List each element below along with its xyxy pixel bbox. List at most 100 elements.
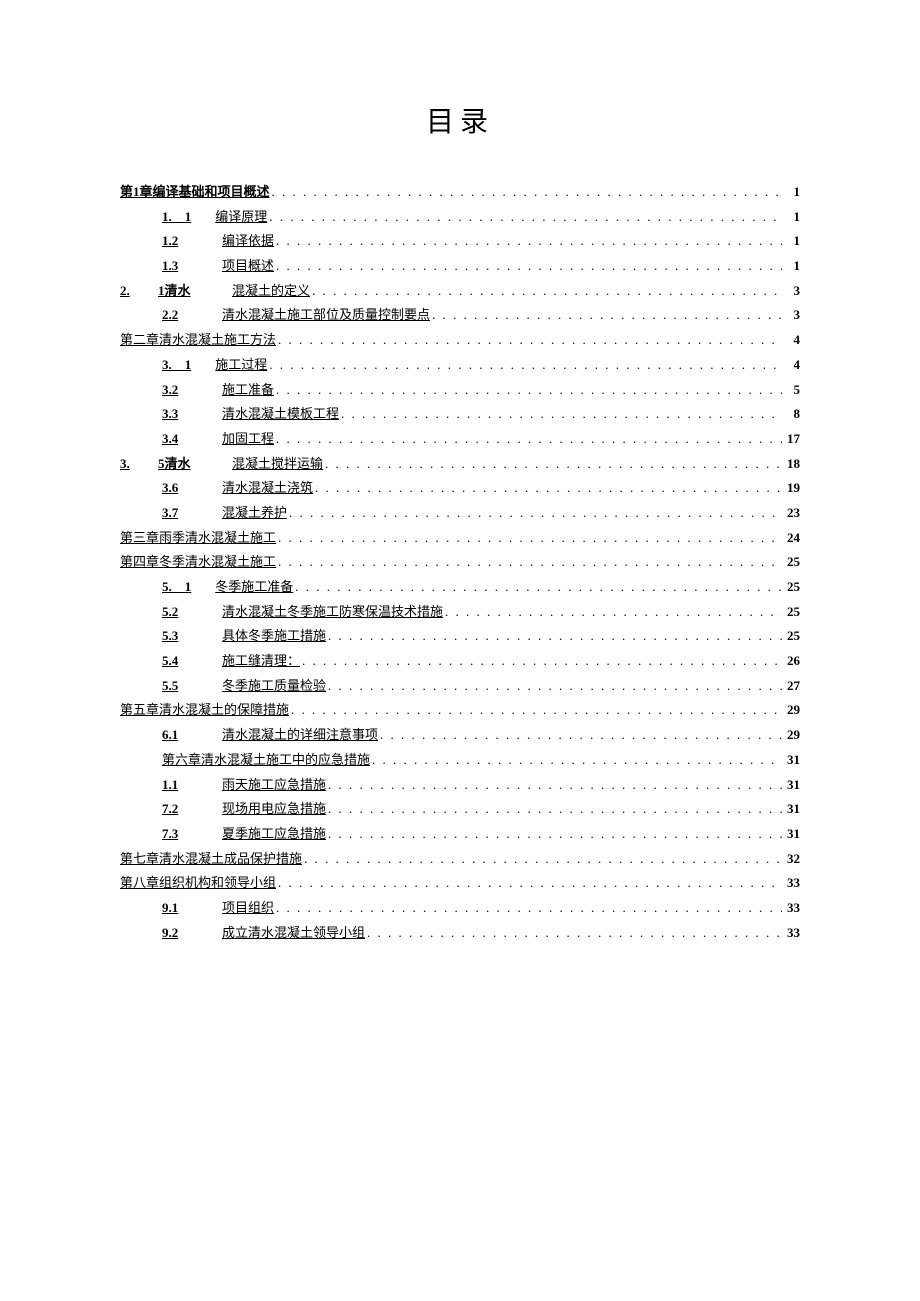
toc-entry-page: 31 bbox=[782, 822, 800, 847]
toc-entry[interactable]: 第八章组织机构和领导小组33 bbox=[120, 871, 800, 896]
toc-leader bbox=[430, 303, 782, 328]
toc-entry-label: 混凝土养护 bbox=[218, 501, 287, 526]
toc-entry-number: 1. 1 bbox=[162, 205, 191, 230]
toc-entry-page: 1 bbox=[782, 254, 800, 279]
toc-leader bbox=[274, 229, 782, 254]
toc-entry[interactable]: 2.1清水混凝土的定义3 bbox=[120, 279, 800, 304]
toc-entry[interactable]: 5.5冬季施工质量检验27 bbox=[120, 674, 800, 699]
toc-entry[interactable]: 1.3 项目概述 1 bbox=[120, 254, 800, 279]
toc-entry[interactable]: 第七章清水混凝土成品保护措施32 bbox=[120, 847, 800, 872]
toc-leader bbox=[326, 822, 782, 847]
toc-entry[interactable]: 第六章清水混凝土施工中的应急措施31 bbox=[120, 748, 800, 773]
toc-entry-page: 25 bbox=[782, 624, 800, 649]
toc-entry-number: 5清水 bbox=[158, 452, 208, 477]
toc-entry[interactable]: 1.2编译依据1 bbox=[120, 229, 800, 254]
toc-entry[interactable]: 3. 1施工过程4 bbox=[120, 353, 800, 378]
toc-leader bbox=[267, 353, 782, 378]
toc-entry-page: 31 bbox=[782, 797, 800, 822]
toc-entry-label: 清水混凝土施工部位及质量控制要点 bbox=[218, 303, 430, 328]
toc-entry-prefix: 2. bbox=[120, 279, 158, 304]
toc-entry-label: 第六章清水混凝土施工中的应急措施 bbox=[162, 748, 370, 773]
toc-entry[interactable]: 第1章编译基础和项目概述1 bbox=[120, 180, 800, 205]
toc-entry-label: 项目概述 bbox=[218, 254, 274, 279]
toc-entry-page: 24 bbox=[782, 526, 800, 551]
toc-entry[interactable]: 第三章雨季清水混凝土施工 24 bbox=[120, 526, 800, 551]
toc-entry[interactable]: 5.3 具体冬季施工措施 25 bbox=[120, 624, 800, 649]
toc-entry[interactable]: 6.1清水混凝土的详细注意事项29 bbox=[120, 723, 800, 748]
toc-entry[interactable]: 5. 1冬季施工准备25 bbox=[120, 575, 800, 600]
toc-entry-label: 清水混凝土模板工程 bbox=[218, 402, 339, 427]
toc-leader bbox=[274, 427, 782, 452]
toc-entry[interactable]: 3.6清水混凝土浇筑19 bbox=[120, 476, 800, 501]
toc-entry[interactable]: 3.4加固工程17 bbox=[120, 427, 800, 452]
toc-leader bbox=[302, 847, 782, 872]
toc-entry-label: 清水混凝土冬季施工防寒保温技术措施 bbox=[218, 600, 443, 625]
toc-entry[interactable]: 7.2现场用电应急措施31 bbox=[120, 797, 800, 822]
toc-entry[interactable]: 3.5清水混凝土搅拌运输18 bbox=[120, 452, 800, 477]
toc-entry-page: 3 bbox=[782, 303, 800, 328]
toc-entry-number: 3.2 bbox=[162, 378, 198, 403]
toc-leader bbox=[267, 205, 782, 230]
toc-entry-number: 7.3 bbox=[162, 822, 198, 847]
toc-entry[interactable]: 1.1雨天施工应急措施31 bbox=[120, 773, 800, 798]
toc-leader bbox=[293, 575, 782, 600]
toc-entry-number: 6.1 bbox=[162, 723, 198, 748]
toc-leader bbox=[326, 674, 782, 699]
toc-leader bbox=[378, 723, 782, 748]
toc-entry-label: 第四章冬季清水混凝土施工 bbox=[120, 550, 276, 575]
toc-leader bbox=[365, 921, 782, 946]
toc-entry-number: 5.3 bbox=[162, 624, 198, 649]
toc-entry-page: 17 bbox=[782, 427, 800, 452]
toc-entry-label: 项目组织 bbox=[218, 896, 274, 921]
toc-leader bbox=[287, 501, 782, 526]
toc-entry[interactable]: 9.2 成立清水混凝土领导小组 33 bbox=[120, 921, 800, 946]
toc-entry[interactable]: 3.7混凝土养护23 bbox=[120, 501, 800, 526]
toc-entry-label: 加固工程 bbox=[218, 427, 274, 452]
toc-entry-prefix: 3. bbox=[120, 452, 158, 477]
toc-entry-page: 33 bbox=[782, 896, 800, 921]
toc-entry-page: 8 bbox=[782, 402, 800, 427]
toc-entry-number: 1.2 bbox=[162, 229, 198, 254]
toc-entry-label: 第三章雨季清水混凝土施工 bbox=[120, 526, 276, 551]
toc-entry[interactable]: 7.3夏季施工应急措施31 bbox=[120, 822, 800, 847]
toc-entry-page: 26 bbox=[782, 649, 800, 674]
toc-leader bbox=[300, 649, 782, 674]
toc-entry[interactable]: 5.4施工缝清理：26 bbox=[120, 649, 800, 674]
toc-entry[interactable]: 9.1项目组织33 bbox=[120, 896, 800, 921]
toc-entry-label: 具体冬季施工措施 bbox=[218, 624, 326, 649]
toc-leader bbox=[370, 748, 782, 773]
toc-entry-label: 混凝土的定义 bbox=[228, 279, 310, 304]
toc-entry-number: 9.2 bbox=[162, 921, 198, 946]
toc-leader bbox=[274, 254, 782, 279]
toc-entry-label: 第八章组织机构和领导小组 bbox=[120, 871, 276, 896]
toc-entry-number: 3.7 bbox=[162, 501, 198, 526]
toc-entry[interactable]: 5.2清水混凝土冬季施工防寒保温技术措施25 bbox=[120, 600, 800, 625]
toc-entry-number: 3. 1 bbox=[162, 353, 191, 378]
toc-entry[interactable]: 第五章清水混凝土的保障措施29 bbox=[120, 698, 800, 723]
toc-entry-number: 1.1 bbox=[162, 773, 198, 798]
toc-entry-number: 1.3 bbox=[162, 254, 198, 279]
toc-entry[interactable]: 第四章冬季清水混凝土施工25 bbox=[120, 550, 800, 575]
toc-entry-label: 编译依据 bbox=[218, 229, 274, 254]
toc-entry[interactable]: 3.3清水混凝土模板工程8 bbox=[120, 402, 800, 427]
toc-entry-label: 清水混凝土浇筑 bbox=[218, 476, 313, 501]
toc-entry-number: 3.6 bbox=[162, 476, 198, 501]
toc-entry[interactable]: 第二章清水混凝土施工方法 4 bbox=[120, 328, 800, 353]
toc-entry-label: 成立清水混凝土领导小组 bbox=[218, 921, 365, 946]
toc-entry-page: 5 bbox=[782, 378, 800, 403]
toc-entry[interactable]: 1. 1编译原理1 bbox=[120, 205, 800, 230]
toc-entry-label: 第二章清水混凝土施工方法 bbox=[120, 328, 276, 353]
toc-entry-number: 2.2 bbox=[162, 303, 198, 328]
toc-leader bbox=[274, 378, 782, 403]
toc-entry-label: 冬季施工质量检验 bbox=[218, 674, 326, 699]
toc-entry[interactable]: 3.2施工准备5 bbox=[120, 378, 800, 403]
toc-entry-page: 33 bbox=[782, 921, 800, 946]
toc-entry-page: 4 bbox=[782, 328, 800, 353]
toc-entry-page: 3 bbox=[782, 279, 800, 304]
page-title: 目录 bbox=[120, 100, 800, 140]
toc-leader bbox=[326, 624, 782, 649]
toc-leader bbox=[326, 773, 782, 798]
toc-entry-page: 4 bbox=[782, 353, 800, 378]
toc-leader bbox=[276, 526, 782, 551]
toc-entry[interactable]: 2.2 清水混凝土施工部位及质量控制要点 3 bbox=[120, 303, 800, 328]
